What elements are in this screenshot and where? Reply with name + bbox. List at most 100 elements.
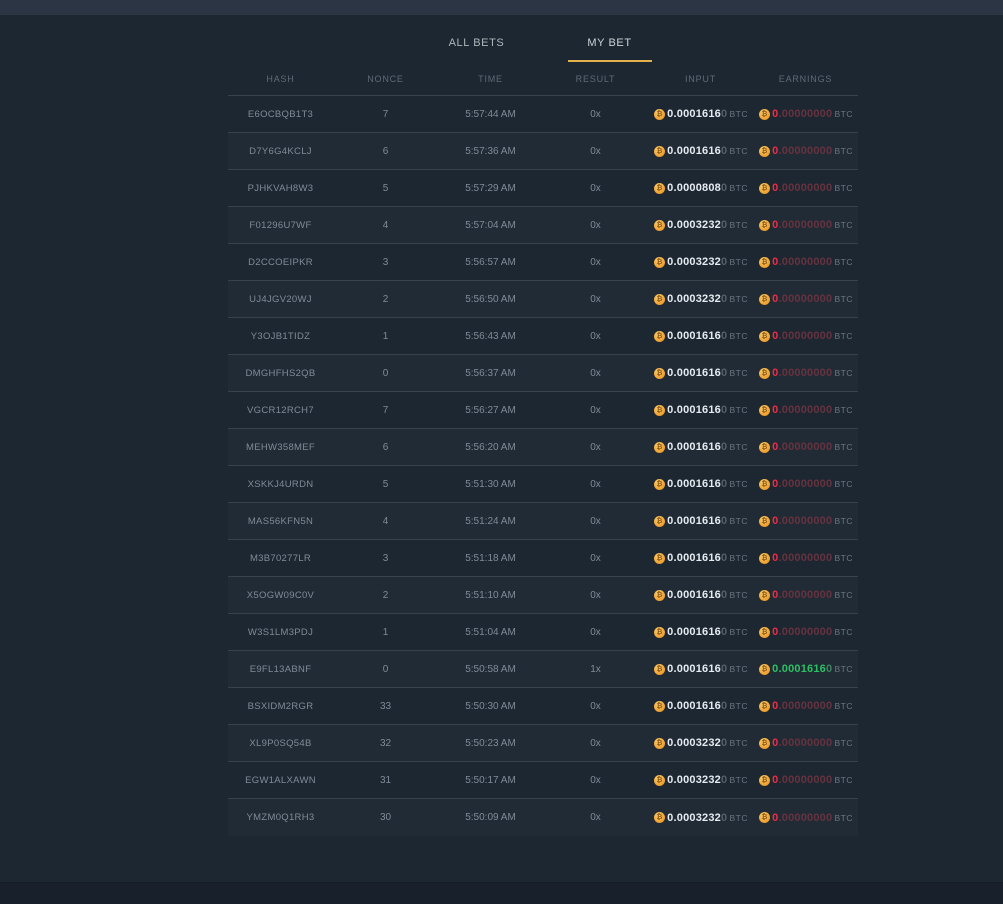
- bet-nonce: 30: [333, 812, 438, 823]
- earnings-currency-label: BTC: [834, 331, 853, 341]
- input-amount-trailing: 0: [721, 589, 727, 601]
- earnings-amount-trailing: .00000000: [779, 330, 833, 342]
- input-amount: 0.0003232: [667, 293, 721, 305]
- input-amount-trailing: 0: [721, 737, 727, 749]
- bitcoin-coin-icon: ₿: [654, 294, 665, 305]
- bitcoin-coin-icon: ₿: [759, 479, 770, 490]
- bet-hash: BSXIDM2RGR: [228, 701, 333, 712]
- table-row[interactable]: XL9P0SQ54B 32 5:50:23 AM 0x ₿ 0.00032320…: [228, 725, 858, 762]
- bet-earnings: ₿ 0.00000000 BTC: [753, 145, 858, 157]
- earnings-currency-label: BTC: [834, 590, 853, 600]
- bet-earnings: ₿ 0.00000000 BTC: [753, 737, 858, 749]
- bitcoin-coin-icon: ₿: [654, 146, 665, 157]
- table-row[interactable]: E9FL13ABNF 0 5:50:58 AM 1x ₿ 0.00016160 …: [228, 651, 858, 688]
- bet-hash: YMZM0Q1RH3: [228, 812, 333, 823]
- bet-earnings: ₿ 0.00000000 BTC: [753, 589, 858, 601]
- tab-all-bets-label: ALL BETS: [449, 37, 505, 49]
- table-row[interactable]: X5OGW09C0V 2 5:51:10 AM 0x ₿ 0.00016160 …: [228, 577, 858, 614]
- bet-result-multiplier: 0x: [543, 331, 648, 342]
- table-row[interactable]: VGCR12RCH7 7 5:56:27 AM 0x ₿ 0.00016160 …: [228, 392, 858, 429]
- table-row[interactable]: YMZM0Q1RH3 30 5:50:09 AM 0x ₿ 0.00032320…: [228, 799, 858, 836]
- bet-input: ₿ 0.00016160 BTC: [648, 478, 753, 490]
- bet-result-multiplier: 0x: [543, 516, 648, 527]
- input-currency-label: BTC: [729, 553, 748, 563]
- earnings-amount-trailing: .00000000: [779, 774, 833, 786]
- earnings-currency-label: BTC: [834, 775, 853, 785]
- table-row[interactable]: MAS56KFN5N 4 5:51:24 AM 0x ₿ 0.00016160 …: [228, 503, 858, 540]
- bet-input: ₿ 0.00016160 BTC: [648, 404, 753, 416]
- bet-time: 5:56:37 AM: [438, 368, 543, 379]
- bitcoin-coin-icon: ₿: [759, 109, 770, 120]
- bitcoin-coin-icon: ₿: [654, 516, 665, 527]
- bitcoin-coin-icon: ₿: [759, 701, 770, 712]
- earnings-amount-trailing: .00000000: [779, 293, 833, 305]
- table-row[interactable]: PJHKVAH8W3 5 5:57:29 AM 0x ₿ 0.00008080 …: [228, 170, 858, 207]
- bet-result-multiplier: 1x: [543, 664, 648, 675]
- bet-input: ₿ 0.00016160 BTC: [648, 700, 753, 712]
- input-amount: 0.0000808: [667, 182, 721, 194]
- bet-input: ₿ 0.00032320 BTC: [648, 256, 753, 268]
- earnings-currency-label: BTC: [834, 479, 853, 489]
- table-row[interactable]: M3B70277LR 3 5:51:18 AM 0x ₿ 0.00016160 …: [228, 540, 858, 577]
- input-amount: 0.0001616: [667, 589, 721, 601]
- bitcoin-coin-icon: ₿: [654, 479, 665, 490]
- table-header-row: HASH NONCE TIME RESULT INPUT EARNINGS: [228, 62, 858, 96]
- table-row[interactable]: DMGHFHS2QB 0 5:56:37 AM 0x ₿ 0.00016160 …: [228, 355, 858, 392]
- bet-result-multiplier: 0x: [543, 775, 648, 786]
- bet-input: ₿ 0.00016160 BTC: [648, 515, 753, 527]
- input-amount: 0.0001616: [667, 552, 721, 564]
- input-currency-label: BTC: [729, 146, 748, 156]
- table-row[interactable]: XSKKJ4URDN 5 5:51:30 AM 0x ₿ 0.00016160 …: [228, 466, 858, 503]
- input-amount-trailing: 0: [721, 700, 727, 712]
- input-amount: 0.0001616: [667, 108, 721, 120]
- table-row[interactable]: D2CCOEIPKR 3 5:56:57 AM 0x ₿ 0.00032320 …: [228, 244, 858, 281]
- bet-input: ₿ 0.00032320 BTC: [648, 812, 753, 824]
- table-row[interactable]: MEHW358MEF 6 5:56:20 AM 0x ₿ 0.00016160 …: [228, 429, 858, 466]
- bitcoin-coin-icon: ₿: [759, 775, 770, 786]
- table-row[interactable]: Y3OJB1TIDZ 1 5:56:43 AM 0x ₿ 0.00016160 …: [228, 318, 858, 355]
- input-amount-trailing: 0: [721, 367, 727, 379]
- table-row[interactable]: W3S1LM3PDJ 1 5:51:04 AM 0x ₿ 0.00016160 …: [228, 614, 858, 651]
- bet-hash: W3S1LM3PDJ: [228, 627, 333, 638]
- bet-nonce: 5: [333, 183, 438, 194]
- table-row[interactable]: BSXIDM2RGR 33 5:50:30 AM 0x ₿ 0.00016160…: [228, 688, 858, 725]
- tab-all-bets[interactable]: ALL BETS: [410, 31, 543, 62]
- bet-nonce: 4: [333, 516, 438, 527]
- bet-input: ₿ 0.00016160 BTC: [648, 367, 753, 379]
- bet-hash: MAS56KFN5N: [228, 516, 333, 527]
- bitcoin-coin-icon: ₿: [759, 664, 770, 675]
- table-row[interactable]: UJ4JGV20WJ 2 5:56:50 AM 0x ₿ 0.00032320 …: [228, 281, 858, 318]
- earnings-amount-trailing: 0: [826, 663, 832, 675]
- input-amount-trailing: 0: [721, 108, 727, 120]
- input-amount: 0.0003232: [667, 812, 721, 824]
- bet-result-multiplier: 0x: [543, 257, 648, 268]
- bet-earnings: ₿ 0.00000000 BTC: [753, 330, 858, 342]
- earnings-amount-trailing: .00000000: [779, 700, 833, 712]
- bet-result-multiplier: 0x: [543, 479, 648, 490]
- input-amount-trailing: 0: [721, 478, 727, 490]
- earnings-currency-label: BTC: [834, 813, 853, 823]
- earnings-currency-label: BTC: [834, 405, 853, 415]
- bitcoin-coin-icon: ₿: [759, 516, 770, 527]
- bet-earnings: ₿ 0.00000000 BTC: [753, 108, 858, 120]
- table-row[interactable]: E6OCBQB1T3 7 5:57:44 AM 0x ₿ 0.00016160 …: [228, 96, 858, 133]
- table-row[interactable]: D7Y6G4KCLJ 6 5:57:36 AM 0x ₿ 0.00016160 …: [228, 133, 858, 170]
- bet-earnings: ₿ 0.00000000 BTC: [753, 774, 858, 786]
- input-amount: 0.0001616: [667, 478, 721, 490]
- input-currency-label: BTC: [729, 627, 748, 637]
- bet-earnings: ₿ 0.00000000 BTC: [753, 441, 858, 453]
- bitcoin-coin-icon: ₿: [654, 109, 665, 120]
- bet-hash: X5OGW09C0V: [228, 590, 333, 601]
- bet-result-multiplier: 0x: [543, 442, 648, 453]
- input-currency-label: BTC: [729, 405, 748, 415]
- table-row[interactable]: F01296U7WF 4 5:57:04 AM 0x ₿ 0.00032320 …: [228, 207, 858, 244]
- bet-time: 5:56:20 AM: [438, 442, 543, 453]
- table-row[interactable]: EGW1ALXAWN 31 5:50:17 AM 0x ₿ 0.00032320…: [228, 762, 858, 799]
- bet-time: 5:51:18 AM: [438, 553, 543, 564]
- tab-my-bet[interactable]: MY BET: [543, 31, 676, 62]
- bet-result-multiplier: 0x: [543, 405, 648, 416]
- bet-hash: F01296U7WF: [228, 220, 333, 231]
- input-currency-label: BTC: [729, 294, 748, 304]
- bitcoin-coin-icon: ₿: [759, 257, 770, 268]
- earnings-currency-label: BTC: [834, 109, 853, 119]
